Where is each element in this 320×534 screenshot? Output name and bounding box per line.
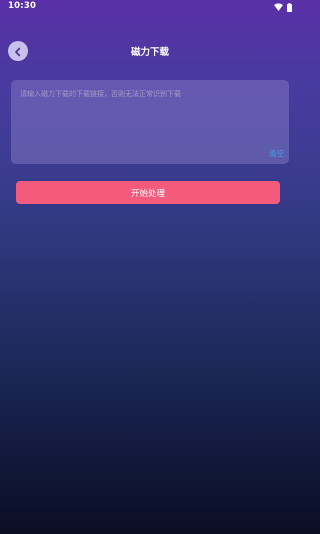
link-input-card: 清空 <box>11 80 289 164</box>
clear-button[interactable]: 清空 <box>269 148 284 159</box>
start-processing-button[interactable]: 开始处理 <box>16 181 280 204</box>
battery-icon <box>287 2 292 12</box>
wifi-icon <box>274 3 283 11</box>
magnet-link-input[interactable] <box>11 80 289 142</box>
status-bar: 10:30 <box>0 0 300 14</box>
page-title: 磁力下载 <box>130 47 169 58</box>
app-header: 磁力下载 <box>0 36 300 66</box>
status-time: 10:30 <box>8 1 37 11</box>
status-icons <box>274 2 292 12</box>
